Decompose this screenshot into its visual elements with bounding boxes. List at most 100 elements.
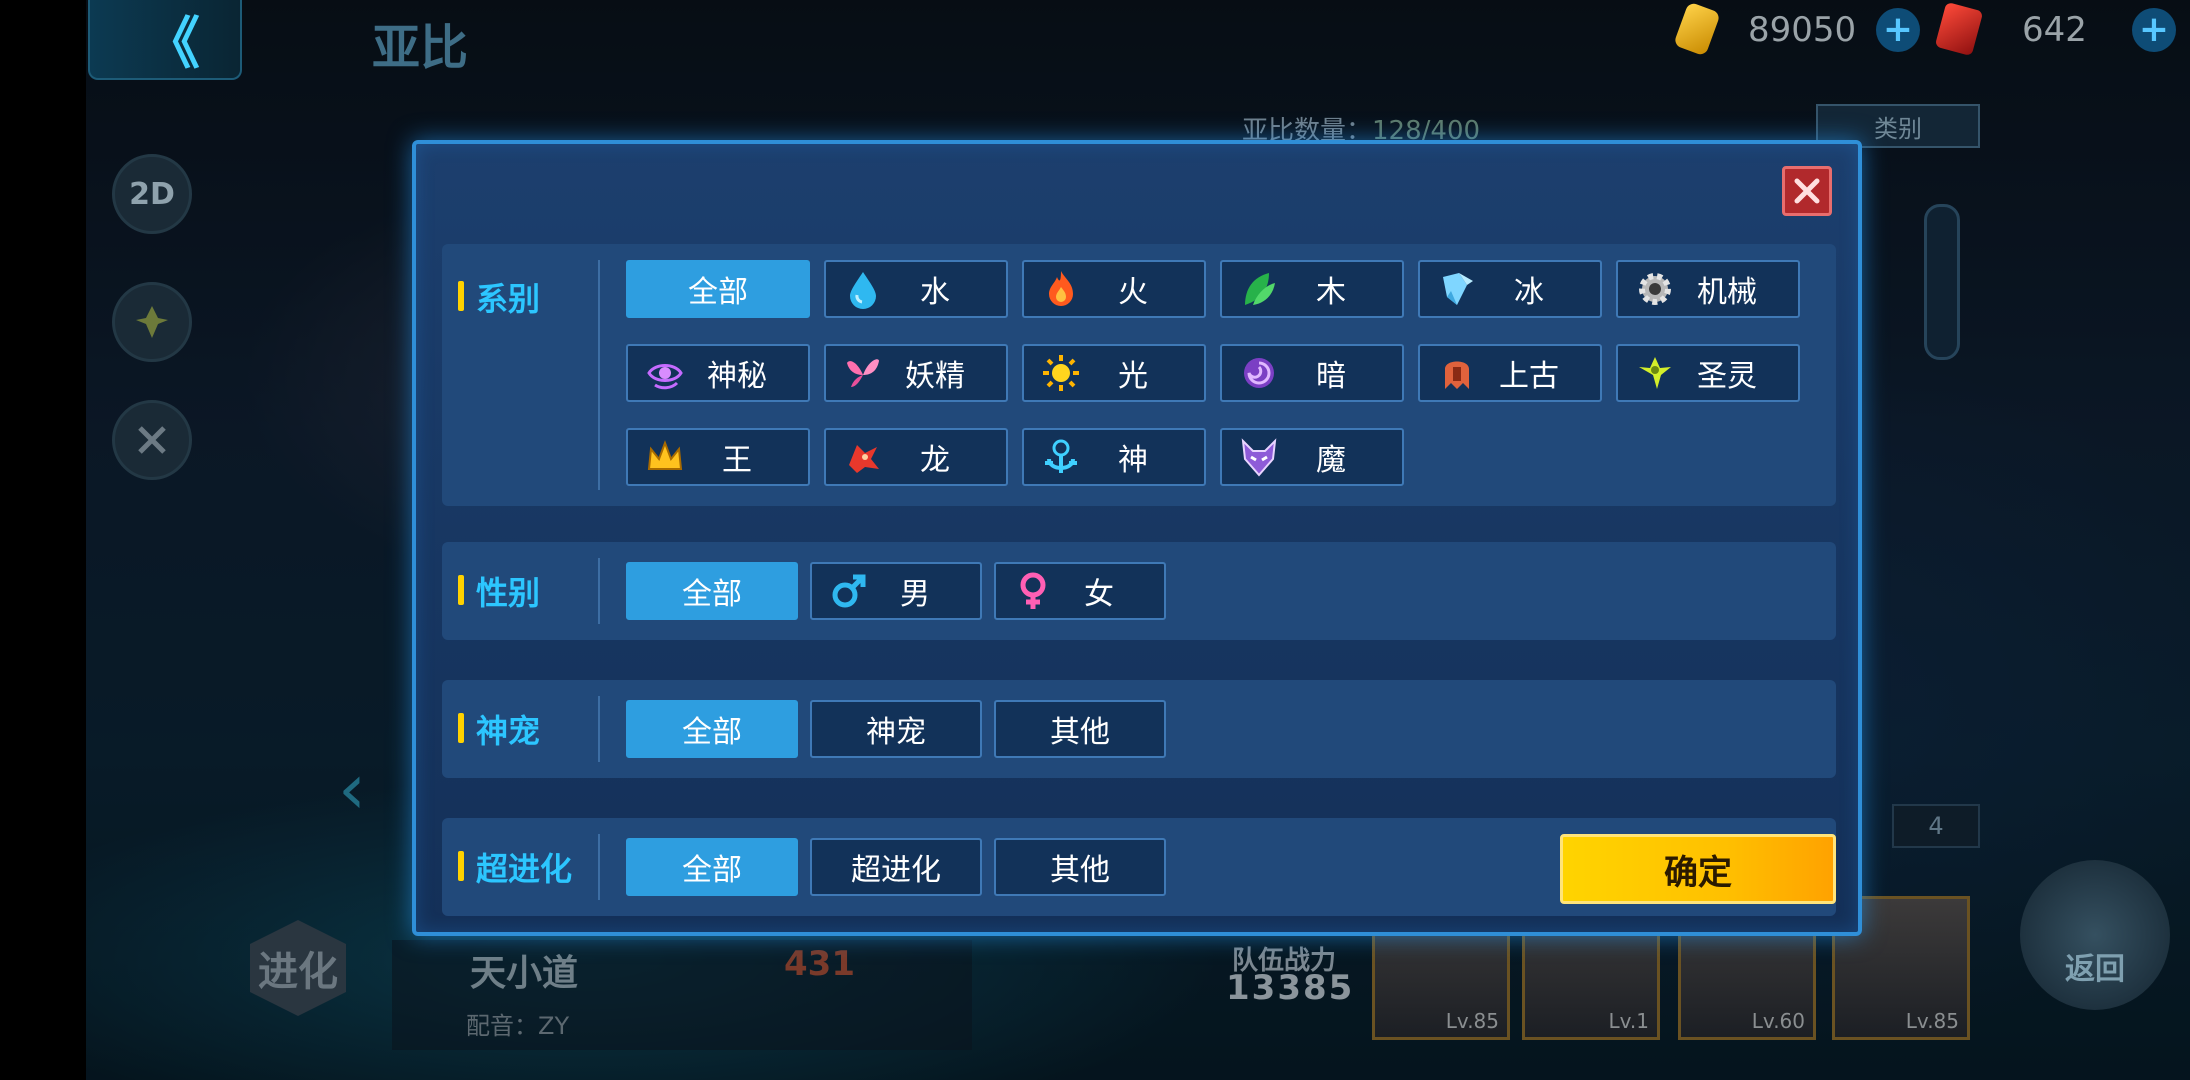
toggle-2d-button[interactable]: 2D (112, 154, 192, 234)
list-scrollbar[interactable] (1924, 204, 1960, 360)
filter-option-all[interactable]: 全部 (626, 260, 810, 318)
filter-option-light[interactable]: 光 (1022, 344, 1206, 402)
option-label: 火 (1118, 275, 1148, 310)
option-label: 全部 (682, 577, 742, 612)
option-label: 全部 (682, 853, 742, 888)
filter-option-demon[interactable]: 魔 (1220, 428, 1404, 486)
filter-option-grass[interactable]: 木 (1220, 260, 1404, 318)
section-label-gender: 性别 (458, 568, 540, 614)
ancient-beast-icon (1434, 350, 1480, 396)
filter-option-male[interactable]: 男 (810, 562, 982, 620)
section-label-element: 系别 (458, 274, 540, 320)
filter-option-dragon[interactable]: 龙 (824, 428, 1008, 486)
filter-option-ice[interactable]: 冰 (1418, 260, 1602, 318)
option-label: 超进化 (851, 853, 941, 888)
option-label: 神 (1118, 443, 1148, 478)
voice-actor-label: 配音：ZY (466, 1012, 570, 1040)
pet-name: 天小道 (470, 953, 579, 994)
option-label: 圣灵 (1697, 359, 1757, 394)
filter-option-divine-pet[interactable]: 神宠 (810, 700, 982, 758)
holy-spirit-icon (1632, 350, 1678, 396)
gear-icon (1632, 266, 1678, 312)
filter-option-mystic[interactable]: 神秘 (626, 344, 810, 402)
demon-mask-icon (1236, 434, 1282, 480)
filter-option-god[interactable]: 神 (1022, 428, 1206, 486)
confirm-button[interactable]: 确定 (1560, 834, 1836, 904)
diamond-amount: 642 (2022, 10, 2087, 50)
filter-option-other[interactable]: 其他 (994, 838, 1166, 896)
add-gold-button[interactable]: + (1876, 8, 1920, 52)
formation-button[interactable] (112, 400, 192, 480)
add-diamond-button[interactable]: + (2132, 8, 2176, 52)
section-label-super-evolution: 超进化 (458, 844, 572, 890)
filter-option-holy[interactable]: 圣灵 (1616, 344, 1800, 402)
emblem-icon (138, 426, 166, 454)
filter-option-all[interactable]: 全部 (626, 700, 798, 758)
page-title: 亚比 (372, 20, 469, 76)
sun-icon (1038, 350, 1084, 396)
option-label: 全部 (688, 275, 748, 310)
option-label: 上古 (1499, 359, 1559, 394)
section-divider (598, 558, 600, 624)
previous-pet-arrow-icon[interactable]: ‹ (338, 748, 366, 830)
crown-icon (642, 434, 688, 480)
filter-option-king[interactable]: 王 (626, 428, 810, 486)
option-label: 全部 (682, 715, 742, 750)
option-label: 水 (920, 275, 950, 310)
section-label-divine-pet: 神宠 (458, 706, 540, 752)
back-button[interactable]: 《 (88, 0, 242, 80)
filter-section-divine-pet: 神宠 全部 神宠 其他 (442, 680, 1836, 778)
filter-option-all[interactable]: 全部 (626, 562, 798, 620)
water-drop-icon (840, 266, 886, 312)
mystic-eye-icon (642, 350, 688, 396)
holy-spirit-icon (136, 306, 168, 338)
close-icon (1794, 178, 1820, 204)
option-label: 暗 (1316, 359, 1346, 394)
option-label: 光 (1118, 359, 1148, 394)
dragon-icon (840, 434, 886, 480)
return-button[interactable]: 返回 (2020, 860, 2170, 1010)
section-divider (598, 260, 600, 490)
team-member-level: Lv.85 (1905, 1009, 1959, 1033)
section-divider (598, 696, 600, 762)
ice-crystal-icon (1434, 266, 1480, 312)
close-button[interactable] (1782, 166, 1832, 216)
filter-option-fire[interactable]: 火 (1022, 260, 1206, 318)
option-label: 妖精 (905, 359, 965, 394)
filter-option-ancient[interactable]: 上古 (1418, 344, 1602, 402)
flame-icon (1038, 266, 1084, 312)
option-label: 龙 (920, 443, 950, 478)
divine-icon (1038, 434, 1084, 480)
option-label: 神宠 (866, 715, 926, 750)
option-label: 魔 (1316, 443, 1346, 478)
team-member-level: Lv.60 (1751, 1009, 1805, 1033)
filter-section-gender: 性别 全部 男 女 (442, 542, 1836, 640)
filter-option-all[interactable]: 全部 (626, 838, 798, 896)
filter-option-super-evolution[interactable]: 超进化 (810, 838, 982, 896)
filter-option-dark[interactable]: 暗 (1220, 344, 1404, 402)
option-label: 冰 (1514, 275, 1544, 310)
filter-dialog: 系别 全部 水 火 木 冰 机械 神秘 妖精 光 暗 上古 圣灵 王 龙 神 魔… (412, 140, 1862, 936)
option-label: 其他 (1050, 853, 1110, 888)
filter-section-element: 系别 全部 水 火 木 冰 机械 神秘 妖精 光 暗 上古 圣灵 王 龙 神 魔 (442, 244, 1836, 506)
dark-swirl-icon (1236, 350, 1282, 396)
filter-option-fairy[interactable]: 妖精 (824, 344, 1008, 402)
fairy-wing-icon (840, 350, 886, 396)
male-icon (826, 568, 872, 614)
filter-option-female[interactable]: 女 (994, 562, 1166, 620)
filter-option-other[interactable]: 其他 (994, 700, 1166, 758)
team-member-level: Lv.85 (1445, 1009, 1499, 1033)
filter-option-water[interactable]: 水 (824, 260, 1008, 318)
element-filter-button[interactable] (112, 282, 192, 362)
gold-amount: 89050 (1748, 10, 1857, 50)
option-label: 机械 (1697, 275, 1757, 310)
leaf-icon (1236, 266, 1282, 312)
pet-power-value: 431 (784, 944, 855, 984)
option-label: 王 (722, 443, 752, 478)
option-label: 其他 (1050, 715, 1110, 750)
team-member-level: Lv.1 (1608, 1009, 1649, 1033)
option-label: 木 (1316, 275, 1346, 310)
team-slot-count: 4 (1892, 804, 1980, 848)
return-label: 返回 (2065, 952, 2125, 987)
filter-option-mechanical[interactable]: 机械 (1616, 260, 1800, 318)
